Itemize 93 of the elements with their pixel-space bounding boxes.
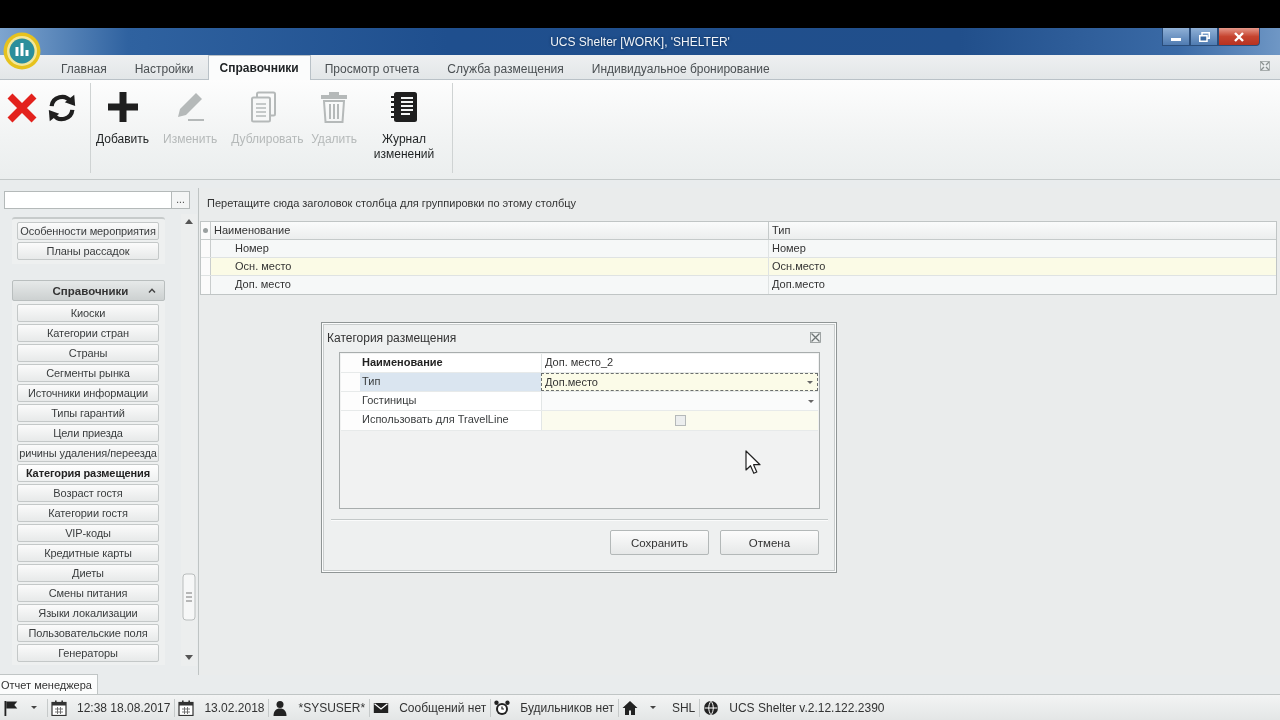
nav-item[interactable]: Сегменты рынка xyxy=(17,364,159,382)
minimize-button[interactable] xyxy=(1162,28,1190,46)
nav-item[interactable]: Страны xyxy=(17,344,159,362)
caret-icon[interactable] xyxy=(649,706,656,709)
grid-row[interactable]: Осн. место Осн.место xyxy=(201,258,1276,276)
nav-item[interactable]: Кредитные карты xyxy=(17,544,159,562)
nav-item[interactable]: Генераторы xyxy=(17,644,159,662)
property-row[interactable]: Наименование Доп. место_2 xyxy=(341,354,818,373)
table-cell-text: Доп.место xyxy=(771,277,826,292)
browse-button[interactable]: ... xyxy=(172,191,190,209)
mouse-pointer-icon xyxy=(745,450,761,475)
dropdown-field[interactable] xyxy=(541,392,818,410)
status-text: SHL xyxy=(671,700,696,715)
ribbon-tab[interactable]: Настройки xyxy=(120,57,208,80)
nav-item[interactable]: Планы рассадок xyxy=(17,242,159,260)
close-icon xyxy=(1234,31,1244,42)
dialog-title: Категория размещения xyxy=(327,330,457,345)
cross-icon xyxy=(6,92,38,124)
group-panel-hint: Перетащите сюда заголовок столбца для группировки по этому столбцу xyxy=(206,196,578,211)
property-row[interactable]: Тип Доп.место xyxy=(341,373,818,392)
refresh-icon xyxy=(46,92,78,124)
restore-icon xyxy=(1198,31,1210,42)
search-field[interactable] xyxy=(4,191,172,209)
nav-item[interactable]: Смены питания xyxy=(17,584,159,602)
nav-item[interactable]: Пользовательские поля xyxy=(17,624,159,642)
document-tab[interactable]: Отчет менеджера xyxy=(0,674,98,694)
notebook-icon xyxy=(388,91,420,123)
ribbon-tab[interactable]: Просмотр отчета xyxy=(310,57,434,80)
nav-item[interactable]: ричины удаления/переезда xyxy=(17,444,159,462)
alarm-clock-icon xyxy=(494,699,511,716)
caret-icon[interactable] xyxy=(31,706,37,709)
journal-button[interactable]: Журнал изменений xyxy=(366,83,442,162)
status-text: Будильников нет xyxy=(520,700,614,715)
table-cell-text: Номер xyxy=(771,241,807,256)
table-cell: Осн. место xyxy=(211,258,769,275)
dropdown-field[interactable]: Доп.место xyxy=(541,373,818,391)
grid-row[interactable]: Номер Номер xyxy=(201,240,1276,258)
property-label: Использовать для TravelLine xyxy=(361,412,510,427)
property-label: Гостиницы xyxy=(361,393,418,408)
ribbon-tab[interactable]: Справочники xyxy=(207,55,311,80)
ribbon-tab[interactable]: Индивидуальное бронирование xyxy=(577,57,784,80)
column-header[interactable]: Наименование xyxy=(211,222,769,239)
ribbon-tab[interactable]: Главная xyxy=(47,57,121,80)
nav-item[interactable]: Возраст гостя xyxy=(17,484,159,502)
nav-item[interactable]: Типы гарантий xyxy=(17,404,159,422)
status-text: 13.02.2018 xyxy=(204,700,265,715)
column-header[interactable]: Тип xyxy=(769,222,1276,239)
close-button[interactable] xyxy=(809,331,822,344)
nav-item[interactable]: Диеты xyxy=(17,564,159,582)
dialog-button[interactable]: Отмена xyxy=(720,530,819,555)
add-button[interactable]: Добавить xyxy=(91,83,155,147)
flag-icon xyxy=(3,699,19,716)
globe-icon xyxy=(703,699,720,716)
nav-item[interactable]: Цели приезда xyxy=(17,424,159,442)
grid-row[interactable]: Доп. место Доп.место xyxy=(201,276,1276,294)
person-icon xyxy=(272,699,289,716)
nav-item[interactable]: Категории гостя xyxy=(17,504,159,522)
table-cell: Номер xyxy=(211,240,769,257)
caret-icon xyxy=(808,399,814,403)
ribbon-tab[interactable]: Служба размещения xyxy=(433,57,578,80)
dialog-button[interactable]: Сохранить xyxy=(610,530,709,555)
nav-item[interactable]: VIP-коды xyxy=(17,524,159,542)
nav-item[interactable]: Источники информации xyxy=(17,384,159,402)
nav-item[interactable]: Категории стран xyxy=(17,324,159,342)
home-icon xyxy=(621,699,638,716)
property-label: Тип xyxy=(361,374,382,389)
close-icon xyxy=(810,332,821,343)
checkbox[interactable] xyxy=(674,415,686,426)
restore-button[interactable] xyxy=(1190,28,1218,46)
status-text: 12:38 18.08.2017 xyxy=(77,700,171,715)
nav-item[interactable]: Языки локализации xyxy=(17,604,159,622)
close-button[interactable] xyxy=(1218,28,1260,46)
group-header[interactable]: Справочники xyxy=(12,280,165,301)
minimize-icon xyxy=(1171,38,1181,41)
caret-icon xyxy=(148,288,156,293)
plus-icon xyxy=(106,91,139,123)
calendar-icon xyxy=(51,699,67,716)
property-row[interactable]: Гостиницы xyxy=(341,392,818,411)
property-row[interactable]: Использовать для TravelLine xyxy=(341,411,818,431)
table-cell-text: Осн.место xyxy=(771,259,827,274)
table-cell: Доп. место xyxy=(211,276,769,294)
caret-icon xyxy=(807,380,813,384)
nav-item[interactable]: Особенности мероприятия xyxy=(17,222,159,240)
nav-item[interactable]: Киоски xyxy=(17,304,159,322)
status-text: Сообщений нет xyxy=(399,700,487,715)
status-text: *SYSUSER* xyxy=(298,700,366,715)
property-label: Наименование xyxy=(361,355,444,370)
dot-icon xyxy=(203,228,208,233)
collapse-ribbon-icon[interactable] xyxy=(1260,61,1270,71)
nav-item[interactable]: Категория размещения xyxy=(17,464,159,482)
calendar-icon xyxy=(178,699,195,716)
window-title: UCS Shelter [WORK], 'SHELTER' xyxy=(550,34,730,49)
status-text: UCS Shelter v.2.12.122.2390 xyxy=(729,700,885,715)
